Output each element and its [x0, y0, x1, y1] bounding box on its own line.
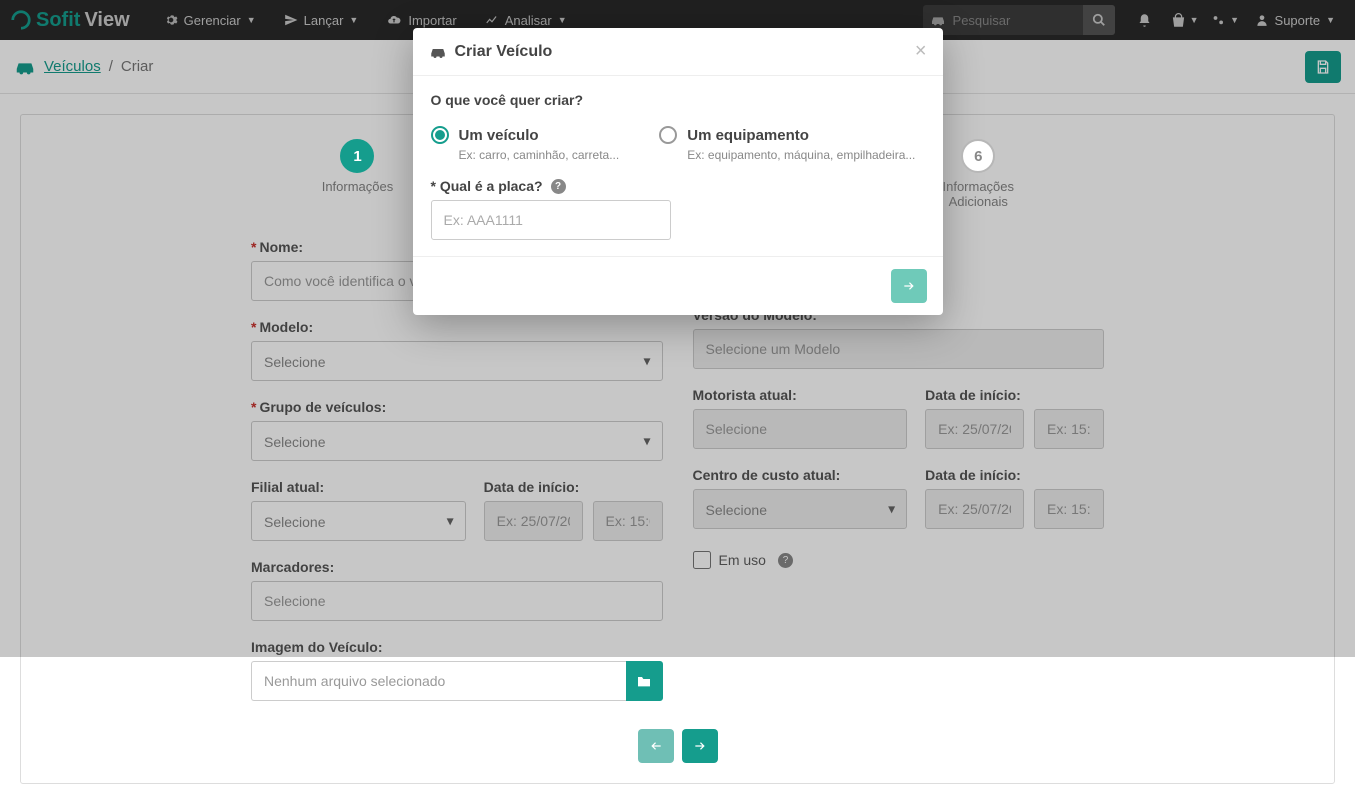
step-1[interactable]: 1 Informações — [322, 139, 394, 209]
label-placa: * Qual é a placa? ? — [431, 178, 925, 194]
modal: Criar Veículo × O que você quer criar? U… — [413, 28, 943, 315]
modal-title: Criar Veículo — [455, 43, 907, 61]
upload-button[interactable] — [626, 661, 662, 701]
radio-icon — [431, 126, 449, 144]
radio-opt-equipamento[interactable]: Um equipamento Ex: equipamento, máquina,… — [659, 126, 915, 162]
pager — [41, 729, 1314, 763]
help-icon[interactable]: ? — [551, 179, 566, 194]
modal-overlay[interactable]: Criar Veículo × O que você quer criar? U… — [0, 0, 1355, 657]
step-6[interactable]: 6 Informações Adicionais — [923, 139, 1033, 209]
car-icon — [429, 45, 447, 59]
radio-label: Um equipamento — [687, 127, 809, 144]
modal-footer — [413, 256, 943, 315]
input-placa[interactable] — [431, 200, 671, 240]
next-button[interactable] — [682, 729, 718, 763]
prev-button[interactable] — [638, 729, 674, 763]
radio-sub: Ex: carro, caminhão, carreta... — [459, 148, 620, 162]
close-icon: × — [915, 40, 927, 62]
radio-icon — [659, 126, 677, 144]
arrow-right-icon — [692, 739, 708, 753]
modal-close-button[interactable]: × — [915, 40, 927, 63]
arrow-right-icon — [901, 279, 917, 293]
radio-label: Um veículo — [459, 127, 539, 144]
step-label: Informações — [322, 179, 394, 194]
radio-opt-veiculo[interactable]: Um veículo Ex: carro, caminhão, carreta.… — [431, 126, 620, 162]
modal-header: Criar Veículo × — [413, 28, 943, 76]
modal-next-button[interactable] — [891, 269, 927, 303]
radio-row: Um veículo Ex: carro, caminhão, carreta.… — [431, 126, 925, 162]
step-label: Informações Adicionais — [923, 179, 1033, 209]
radio-sub: Ex: equipamento, máquina, empilhadeira..… — [687, 148, 915, 162]
folder-icon — [636, 674, 652, 688]
step-circle: 1 — [340, 139, 374, 173]
modal-body: O que você quer criar? Um veículo Ex: ca… — [413, 76, 943, 256]
arrow-left-icon — [648, 739, 664, 753]
input-imagem[interactable] — [251, 661, 626, 701]
step-circle: 6 — [961, 139, 995, 173]
modal-question: O que você quer criar? — [431, 92, 925, 108]
